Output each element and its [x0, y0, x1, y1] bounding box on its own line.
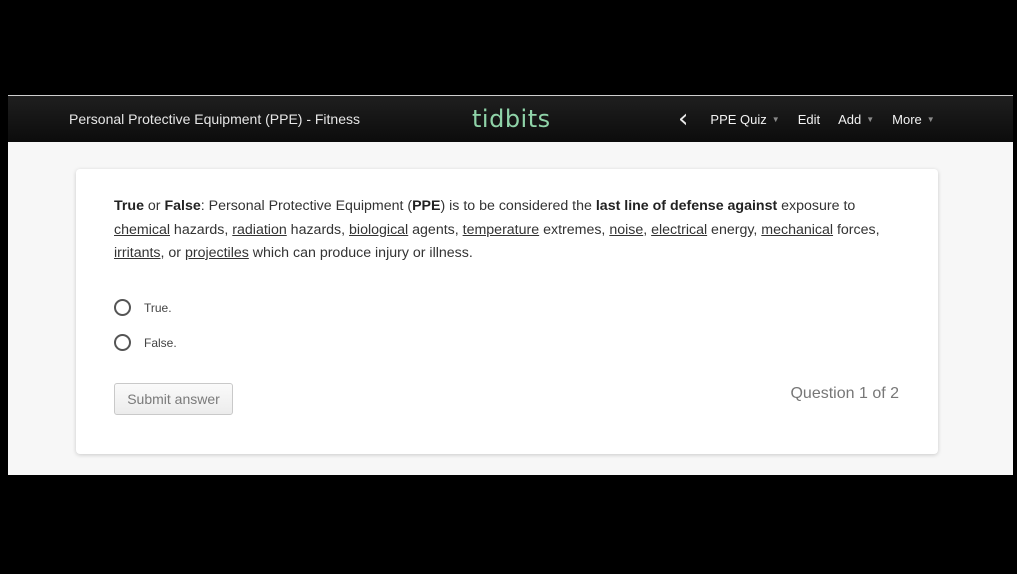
submit-answer-button[interactable]: Submit answer — [114, 383, 233, 415]
top-navbar: Personal Protective Equipment (PPE) - Fi… — [8, 96, 1013, 142]
question-segment: hazards, — [169, 221, 233, 238]
quiz-card: True or False: Personal Protective Equip… — [76, 169, 938, 454]
course-title[interactable]: Personal Protective Equipment (PPE) - Fi… — [69, 111, 360, 127]
option-true[interactable]: True. — [114, 299, 172, 316]
app-window: Personal Protective Equipment (PPE) - Fi… — [8, 95, 1013, 475]
nav-edit-label: Edit — [797, 111, 821, 127]
question-segment: True — [114, 198, 144, 214]
option-true-label: True. — [144, 300, 172, 315]
nav-menu: ‹ PPE Quiz ▼ Edit Add ▼ More ▼ — [678, 106, 953, 132]
question-segment: exposure to — [777, 198, 856, 214]
question-segment: extremes, — [539, 221, 610, 238]
tidbits-logo[interactable]: tidbits — [472, 105, 551, 133]
question-segment: forces, — [833, 221, 880, 238]
question-segment: biological — [349, 221, 409, 238]
question-segment: PPE — [412, 198, 441, 214]
question-segment: energy, — [707, 221, 762, 238]
question-segment: hazards, — [286, 221, 350, 238]
caret-down-icon: ▼ — [771, 114, 780, 124]
question-segment: , or — [160, 245, 185, 261]
question-segment: projectiles — [184, 245, 249, 261]
question-segment: irritants — [114, 245, 161, 261]
question-segment: electrical — [651, 221, 708, 238]
option-false[interactable]: False. — [114, 334, 177, 351]
caret-down-icon: ▼ — [866, 114, 875, 124]
nav-edit[interactable]: Edit — [798, 112, 820, 127]
question-segment: which can produce injury or illness. — [248, 245, 473, 261]
chevron-left-icon[interactable]: ‹ — [678, 106, 688, 132]
caret-down-icon: ▼ — [926, 114, 935, 124]
nav-more-label: More — [892, 111, 922, 127]
question-segment: chemical — [114, 221, 170, 238]
question-segment: last line of defense against — [595, 198, 778, 214]
question-progress: Question 1 of 2 — [790, 385, 899, 402]
option-false-label: False. — [144, 335, 177, 350]
question-text: True or False: Personal Protective Equip… — [114, 195, 904, 266]
question-segment: or — [143, 198, 165, 214]
nav-ppe-quiz[interactable]: PPE Quiz ▼ — [710, 112, 779, 127]
nav-add[interactable]: Add ▼ — [838, 112, 874, 127]
question-segment: ) is to be considered the — [440, 198, 596, 214]
question-segment: radiation — [232, 221, 287, 238]
nav-ppe-quiz-label: PPE Quiz — [710, 111, 767, 127]
radio-true[interactable] — [114, 299, 131, 316]
radio-false[interactable] — [114, 334, 131, 351]
question-segment: mechanical — [761, 221, 834, 238]
question-segment: , — [643, 221, 652, 238]
question-segment: temperature — [462, 221, 540, 238]
nav-add-label: Add — [838, 111, 862, 127]
question-segment: : Personal Protective Equipment ( — [200, 198, 413, 214]
nav-more[interactable]: More ▼ — [892, 112, 935, 127]
question-segment: agents, — [408, 221, 463, 238]
question-segment: False — [164, 198, 201, 214]
question-segment: noise — [609, 221, 644, 238]
